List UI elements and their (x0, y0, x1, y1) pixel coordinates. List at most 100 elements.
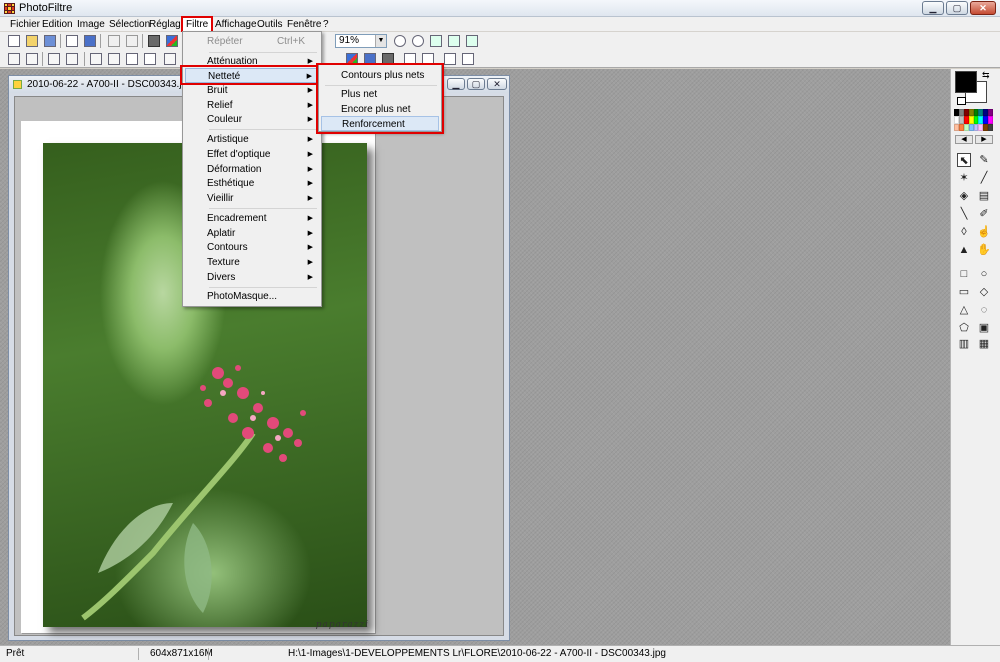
saturation-icon[interactable] (126, 53, 138, 65)
doc-close-button[interactable]: ✕ (487, 78, 507, 90)
rounded-rect-shape-icon[interactable]: ▭ (957, 285, 971, 299)
undo-icon[interactable] (108, 35, 120, 47)
menu-item-vieillir[interactable]: Vieillir ▶ (185, 191, 319, 206)
line-tool-icon[interactable]: ╱ (977, 171, 991, 185)
filter-toolbar (0, 50, 1000, 68)
menu-item-esthetique[interactable]: Esthétique ▶ (185, 176, 319, 191)
menu-item-artistique[interactable]: Artistique ▶ (185, 132, 319, 147)
fill-tool-icon[interactable]: ◈ (957, 189, 971, 203)
document-title: 2010-06-22 - A700-II - DSC00343.jpg (27, 79, 193, 90)
smudge-tool-icon[interactable]: ☝ (977, 225, 991, 239)
scan-icon[interactable] (84, 35, 96, 47)
menu-separator (209, 287, 317, 288)
submenu-arrow-icon: ▶ (307, 274, 313, 281)
advanced-brush-tool-icon[interactable]: ✐ (977, 207, 991, 221)
menu-item-repeter: Répéter Ctrl+K (207, 36, 305, 47)
menu-item-texture[interactable]: Texture ▶ (185, 255, 319, 270)
image-dimensions: 604x871x16M (150, 648, 213, 659)
redo-icon[interactable] (126, 35, 138, 47)
triangle-shape-icon[interactable]: △ (957, 303, 971, 317)
auto-contrast-icon[interactable] (26, 53, 38, 65)
menu-item-couleur[interactable]: Couleur ▶ (185, 112, 319, 127)
select-all-icon[interactable]: ▥ (957, 337, 971, 351)
doc-minimize-button[interactable]: ▁ (447, 78, 465, 90)
menu-item-contours[interactable]: Contours ▶ (185, 240, 319, 255)
invert-selection-icon[interactable]: ▦ (977, 337, 991, 351)
status-divider (138, 648, 139, 660)
menu-filtre[interactable]: Filtre (180, 16, 214, 33)
hand-tool-icon[interactable]: ✋ (977, 243, 991, 257)
grayscale-icon[interactable] (148, 35, 160, 47)
polygon-shape-icon[interactable]: ⬠ (957, 321, 971, 335)
actual-size-icon[interactable] (448, 35, 460, 47)
submenu-arrow-icon: ▶ (307, 102, 313, 109)
maximize-button[interactable]: ▢ (946, 1, 968, 15)
fit-window-icon[interactable] (430, 35, 442, 47)
zoom-select[interactable]: 91% ▼ (335, 34, 387, 48)
menu-item-effet-optique[interactable]: Effet d'optique ▶ (185, 147, 319, 162)
color-palette[interactable] (954, 109, 993, 131)
fullscreen-icon[interactable] (466, 35, 478, 47)
status-divider (208, 648, 209, 660)
menu-help[interactable]: ? (320, 18, 332, 31)
ellipse-shape-icon[interactable]: ○ (977, 267, 991, 281)
open-shape-icon[interactable]: ▣ (977, 321, 991, 335)
menu-image[interactable]: Image (74, 18, 108, 31)
reset-colors-icon[interactable] (957, 97, 966, 105)
brightness-up-icon[interactable] (66, 53, 78, 65)
zoom-out-icon[interactable] (412, 35, 424, 47)
stamp-tool-icon[interactable]: ▲ (957, 243, 971, 257)
chevron-down-icon[interactable]: ▼ (375, 35, 386, 47)
rotate-right-icon[interactable] (462, 53, 474, 65)
menu-item-relief[interactable]: Relief ▶ (185, 98, 319, 113)
auto-level-icon[interactable] (8, 53, 20, 65)
menu-item-bruit[interactable]: Bruit ▶ (185, 83, 319, 98)
print-icon[interactable] (66, 35, 78, 47)
shortcut-label: Ctrl+K (276, 36, 305, 47)
menu-item-deformation[interactable]: Déformation ▶ (185, 162, 319, 177)
submenu-arrow-icon: ▶ (307, 259, 313, 266)
toolbar-separator (60, 34, 61, 48)
contrast-up-icon[interactable] (108, 53, 120, 65)
open-folder-icon[interactable] (26, 35, 38, 47)
menu-item-divers[interactable]: Divers ▶ (185, 270, 319, 285)
palette-next-button[interactable]: ▶ (975, 135, 993, 144)
palette-icon[interactable] (166, 35, 178, 47)
tool-palette: ⇆ ◀ ▶ ⬉ ✎ ✶ ╱ ◈ ▤ ╲ ✐ ◊ ☝ ▲ ✋ □ ○ ▭ ◇ △ … (950, 69, 1000, 645)
spray-tool-icon[interactable]: ▤ (977, 189, 991, 203)
blur-drop-tool-icon[interactable]: ◊ (957, 225, 971, 239)
menu-item-encadrement[interactable]: Encadrement ▶ (185, 211, 319, 226)
submenu-arrow-icon: ▶ (307, 151, 313, 158)
eyedropper-tool-icon[interactable]: ✎ (977, 153, 991, 167)
rectangle-shape-icon[interactable]: □ (957, 267, 971, 281)
toolbar-separator (42, 52, 43, 66)
menu-affichage[interactable]: Affichage (212, 18, 260, 31)
doc-maximize-button[interactable]: ▢ (467, 78, 485, 90)
submenu-arrow-icon: ▶ (307, 87, 313, 94)
lasso-shape-icon[interactable]: ◌ (977, 303, 991, 317)
zoom-in-icon[interactable] (394, 35, 406, 47)
contrast-down-icon[interactable] (90, 53, 102, 65)
swap-colors-icon[interactable]: ⇆ (982, 70, 990, 81)
brush-tool-icon[interactable]: ╲ (957, 207, 971, 221)
menu-fenetre[interactable]: Fenêtre (284, 18, 324, 31)
submenu-arrow-icon: ▶ (307, 195, 313, 202)
rotate-left-icon[interactable] (444, 53, 456, 65)
gamma-icon[interactable] (144, 53, 156, 65)
menu-fichier[interactable]: Fichier (7, 18, 43, 31)
select-tool-icon[interactable]: ⬉ (957, 153, 971, 167)
menu-item-aplatir[interactable]: Aplatir ▶ (185, 226, 319, 241)
palette-prev-button[interactable]: ◀ (955, 135, 973, 144)
brightness-down-icon[interactable] (48, 53, 60, 65)
menu-outils[interactable]: Outils (254, 18, 286, 31)
foreground-color-swatch[interactable] (955, 71, 977, 93)
text-icon[interactable] (164, 53, 176, 65)
new-file-icon[interactable] (8, 35, 20, 47)
minimize-button[interactable]: ▁ (922, 1, 944, 15)
save-icon[interactable] (44, 35, 56, 47)
menu-edition[interactable]: Edition (39, 18, 76, 31)
diamond-shape-icon[interactable]: ◇ (977, 285, 991, 299)
magic-wand-tool-icon[interactable]: ✶ (957, 171, 971, 185)
menu-item-photomasque[interactable]: PhotoMasque... (185, 289, 319, 304)
close-button[interactable]: ✕ (970, 1, 996, 15)
